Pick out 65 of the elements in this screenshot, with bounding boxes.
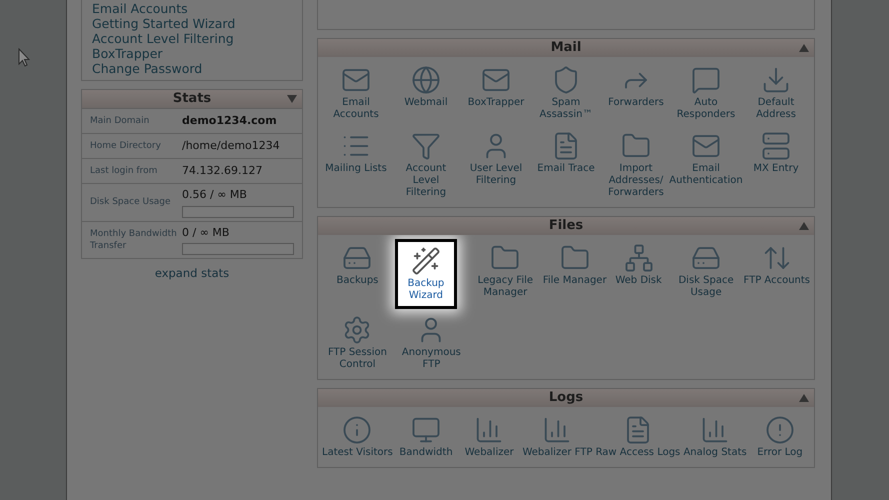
- chat-icon: [691, 65, 721, 95]
- collapse-icon[interactable]: [287, 95, 297, 103]
- app-tile[interactable]: Bandwidth: [396, 411, 456, 463]
- globe-icon: [411, 65, 441, 95]
- app-tile[interactable]: Latest Visitors: [322, 411, 393, 463]
- app-tile[interactable]: FTP Accounts: [744, 239, 810, 309]
- app-tile[interactable]: Disk Space Usage: [670, 239, 742, 309]
- app-tile[interactable]: FTP Session Control: [322, 311, 393, 375]
- app-tile[interactable]: Email Trace: [532, 127, 600, 203]
- app-tile[interactable]: Auto Responders: [672, 61, 740, 125]
- app-tile[interactable]: Mailing Lists: [322, 127, 390, 203]
- wand-icon: [410, 246, 441, 276]
- app-tile[interactable]: Import Addresses/ Forwarders: [602, 127, 670, 203]
- app-tile[interactable]: Error Log: [750, 411, 810, 463]
- expand-stats-link[interactable]: expand stats: [154, 265, 230, 282]
- app-tile[interactable]: Forwarders: [602, 61, 670, 125]
- stat-value: 74.132.69.127: [182, 162, 264, 179]
- stat-label: Main Domain: [89, 115, 150, 128]
- app-tile[interactable]: Legacy File Manager: [470, 239, 541, 309]
- server-icon: [761, 131, 791, 161]
- app-tile[interactable]: Backup Wizard: [394, 239, 457, 309]
- sidebar-link[interactable]: Getting Started Wizard: [92, 16, 292, 31]
- sidebar-link[interactable]: Account Level Filtering: [92, 31, 292, 46]
- app-tile[interactable]: Web Disk: [608, 239, 669, 309]
- alert-icon: [764, 415, 795, 445]
- section-title: Logs: [548, 389, 584, 408]
- section-title: Files: [548, 217, 584, 236]
- stat-label: Last login from: [89, 165, 158, 178]
- app-tile[interactable]: Account Level Filtering: [392, 127, 460, 203]
- app-tile[interactable]: Spam Assassin™: [532, 61, 600, 125]
- sidebar-link[interactable]: BoxTrapper: [92, 46, 292, 61]
- network-icon: [624, 243, 654, 273]
- stat-value: /home/demo1234: [182, 138, 281, 154]
- app-tile[interactable]: File Manager: [542, 239, 607, 309]
- app-tile[interactable]: Webalizer FTP: [522, 411, 592, 463]
- app-tile[interactable]: Backups: [322, 239, 393, 309]
- sidebar-link[interactable]: Change Password: [92, 61, 292, 76]
- stat-label: Disk Space Usage: [89, 196, 172, 210]
- stat-label: Monthly Bandwidth Transfer: [89, 228, 178, 253]
- panel-title: Stats: [172, 90, 212, 108]
- cursor-icon: [18, 48, 30, 67]
- stat-value: 0 / ∞ MB: [182, 224, 230, 240]
- app-tile[interactable]: Default Address: [742, 61, 810, 125]
- app-tile[interactable]: Analog Stats: [683, 411, 747, 463]
- collapse-icon[interactable]: [799, 44, 809, 52]
- stat-value: 0.56 / ∞ MB: [182, 187, 248, 203]
- download-icon: [761, 65, 791, 95]
- app-tile[interactable]: Webmail: [392, 61, 460, 125]
- stat-value: demo1234.com: [182, 112, 278, 129]
- app-tile[interactable]: BoxTrapper: [462, 61, 530, 125]
- sidebar-link[interactable]: Email Accounts: [92, 1, 292, 16]
- section-title: Mail: [550, 39, 582, 58]
- app-tile[interactable]: Raw Access Logs: [596, 411, 680, 463]
- filter-icon: [411, 131, 441, 161]
- app-tile[interactable]: Email Authentication: [672, 127, 740, 203]
- app-tile[interactable]: Webalizer: [459, 411, 520, 463]
- app-tile[interactable]: Anonymous FTP: [394, 311, 468, 375]
- app-tile[interactable]: User Level Filtering: [462, 127, 530, 203]
- app-tile[interactable]: Email Accounts: [322, 61, 390, 125]
- stat-label: Home Directory: [89, 140, 162, 153]
- info-icon: [342, 415, 372, 445]
- monitor-icon: [411, 415, 442, 445]
- app-tile[interactable]: MX Entry: [742, 127, 810, 203]
- collapse-icon[interactable]: [799, 394, 809, 402]
- collapse-icon[interactable]: [799, 222, 809, 230]
